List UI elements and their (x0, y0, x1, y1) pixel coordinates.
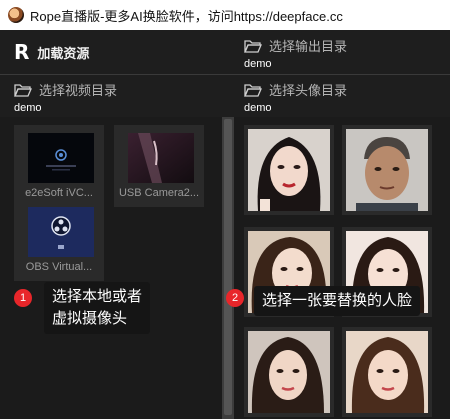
scroll-thumb[interactable] (224, 119, 232, 415)
face-item[interactable] (244, 125, 334, 215)
face-item[interactable] (342, 327, 432, 417)
folder-open-icon (244, 39, 262, 53)
face-thumbnail (346, 129, 428, 211)
face-item[interactable] (244, 327, 334, 417)
video-dir-label: 选择视频目录 (39, 83, 118, 98)
select-output-dir-button[interactable]: 选择输出目录 (244, 36, 450, 55)
camera-label: e2eSoft iVC... (25, 187, 93, 199)
face-dir-section: 选择头像目录 demo (234, 75, 450, 117)
annotation-text-line: 选择本地或者 (52, 288, 143, 305)
face-dir-label: 选择头像目录 (269, 83, 348, 98)
camera-label: USB Camera2... (118, 187, 200, 199)
camera-thumbnail (28, 207, 94, 257)
title-bar: Rope直播版-更多AI换脸软件，访问https://deepface.cc (0, 0, 450, 30)
select-face-dir-button[interactable]: 选择头像目录 (244, 80, 450, 99)
video-dir-section: 选择视频目录 demo (0, 75, 234, 117)
output-dir-label: 选择输出目录 (269, 39, 348, 54)
face-item[interactable] (342, 125, 432, 215)
load-models-label: 加载资源 (37, 45, 90, 61)
step-badge: 2 (226, 289, 244, 307)
video-dir-value: demo (14, 102, 42, 114)
select-video-dir-button[interactable]: 选择视频目录 (14, 80, 234, 99)
face-thumbnail (346, 331, 428, 413)
output-dir-value: demo (244, 58, 272, 70)
face-thumbnail (248, 129, 330, 211)
step-badge: 1 (14, 289, 32, 307)
face-dir-value: demo (244, 102, 272, 114)
rope-logo-icon: R (14, 40, 30, 64)
rope-app-icon (8, 7, 24, 23)
annotation-text-line: 虚拟摄像头 (52, 310, 128, 327)
load-models-button[interactable]: R 加载资源 (0, 30, 234, 74)
camera-thumbnail (28, 133, 94, 183)
face-list-panel (234, 117, 450, 419)
face-thumbnail (248, 331, 330, 413)
camera-item[interactable]: OBS Virtual... (14, 199, 104, 281)
app-window: Rope直播版-更多AI换脸软件，访问https://deepface.cc R… (0, 0, 450, 419)
camera-list-panel: e2eSoft iVC... USB Camera2... OBS Virtua… (0, 117, 222, 419)
camera-label: OBS Virtual... (25, 261, 93, 273)
annotation-callout: 选择本地或者 虚拟摄像头 (44, 282, 151, 334)
camera-thumbnail (128, 133, 194, 183)
camera-item[interactable]: e2eSoft iVC... (14, 125, 104, 207)
camera-item[interactable]: USB Camera2... (114, 125, 204, 207)
folder-open-icon (14, 83, 32, 97)
annotation-callout: 选择一张要替换的人脸 (254, 286, 421, 316)
folder-open-icon (244, 83, 262, 97)
left-panel-scrollbar[interactable] (222, 117, 234, 419)
output-dir-section: 选择输出目录 demo (234, 30, 450, 74)
window-title: Rope直播版-更多AI换脸软件，访问https://deepface.cc (30, 8, 343, 24)
